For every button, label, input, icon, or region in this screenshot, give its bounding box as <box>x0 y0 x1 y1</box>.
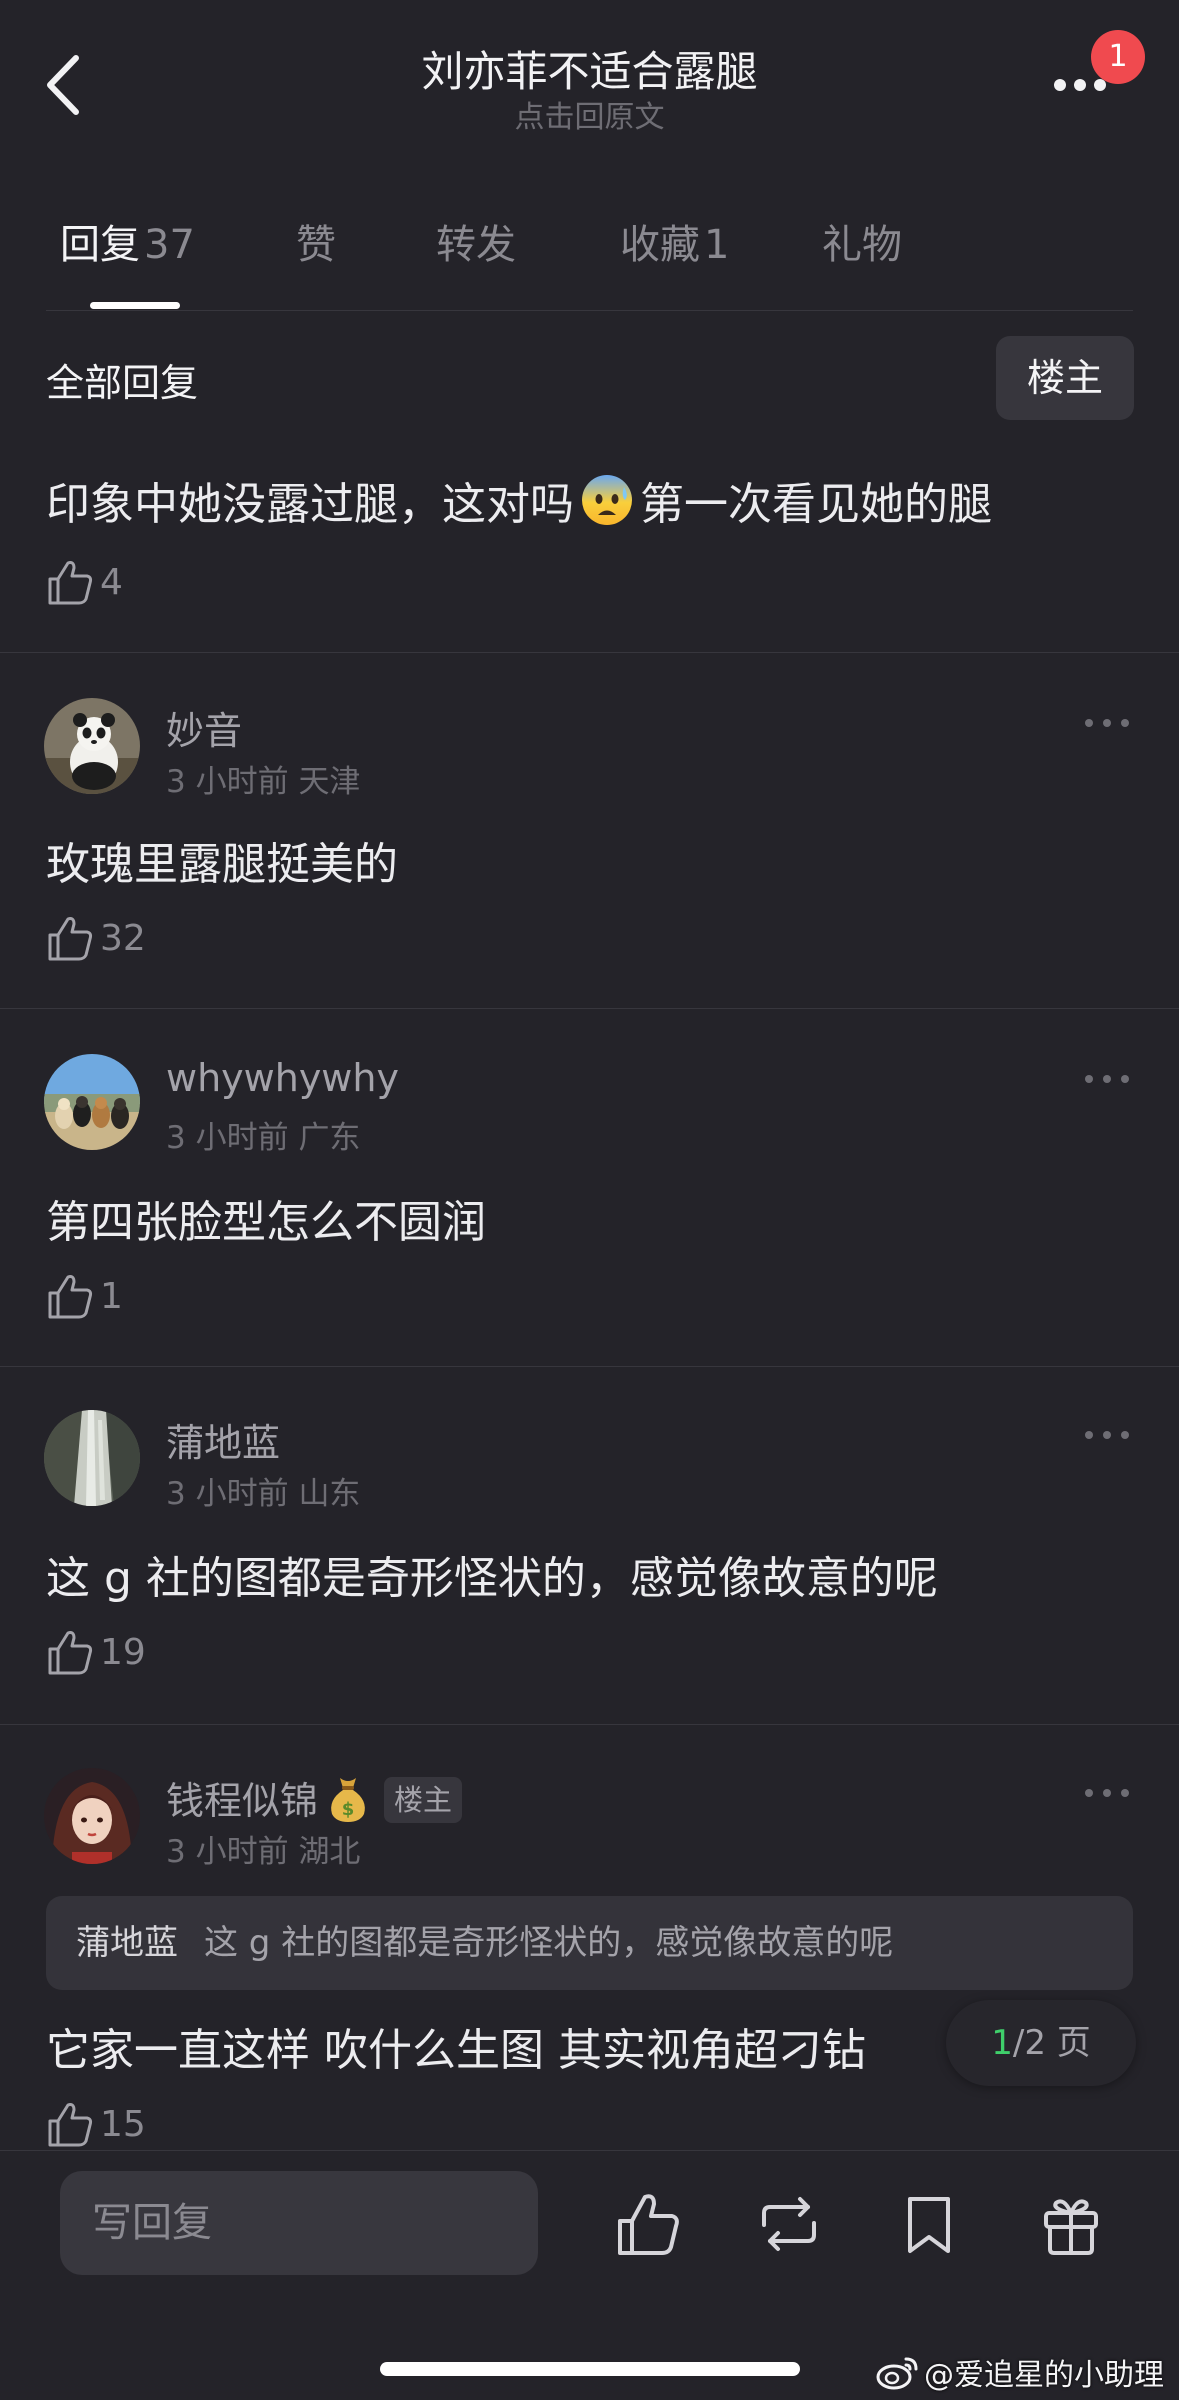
anime-girl-avatar[interactable] <box>44 1768 140 1864</box>
comment-location: 湖北 <box>298 1834 361 1870</box>
svg-text:$: $ <box>342 1799 355 1820</box>
like-button[interactable] <box>614 2189 684 2259</box>
tab-likes[interactable]: 赞 <box>296 212 336 270</box>
comment-more-button[interactable] <box>1082 1778 1132 1808</box>
repost-button[interactable] <box>754 2189 824 2259</box>
comment-more-button[interactable] <box>1082 708 1132 738</box>
comment-like-button[interactable]: 32 <box>46 908 146 968</box>
comment-text: 玫瑰里露腿挺美的 <box>46 839 398 890</box>
comment-time: 3 小时前 <box>166 1120 289 1156</box>
page-indicator[interactable]: 1/2 页 <box>946 2000 1136 2086</box>
thumbs-up-icon <box>48 1275 93 1319</box>
tab-favorites[interactable]: 收藏 1 <box>620 212 729 270</box>
page: 刘亦菲不适合露腿 点击回原文 1 回复 37 赞 转发 收藏 1 礼物 全部回复… <box>0 0 1179 2400</box>
comment-item: 妙音 3 小时前 天津 玫瑰里露腿挺美的 32 <box>0 652 1179 1008</box>
comment-meta: 3 小时前 湖北 <box>166 1826 360 1871</box>
comment-like-button[interactable]: 1 <box>46 1266 123 1326</box>
commenter-name[interactable]: whywhywhy <box>166 1056 399 1100</box>
commenter-name-row: 钱程似锦 $ 楼主 <box>166 1770 463 1831</box>
comment-more-button[interactable] <box>1082 1420 1132 1450</box>
comment-like-count: 1 <box>100 1275 123 1317</box>
tab-reposts[interactable]: 转发 <box>436 212 516 270</box>
comment-like-count: 32 <box>100 917 146 959</box>
quoted-reply-text: 这 g 社的图都是奇形怪状的，感觉像故意的呢 <box>204 1923 894 1963</box>
comment-text: 第四张脸型怎么不圆润 <box>46 1197 486 1248</box>
commenter-name[interactable]: 妙音 <box>166 700 242 755</box>
tab-replies-count: 37 <box>144 222 195 268</box>
like-icon <box>618 2194 679 2255</box>
back-to-original-link[interactable]: 点击回原文 <box>0 92 1179 136</box>
tab-likes-label: 赞 <box>296 222 336 268</box>
notification-badge: 1 <box>1091 30 1145 84</box>
comment-item: 蒲地蓝 3 小时前 山东 这 g 社的图都是奇形怪状的，感觉像故意的呢 19 <box>0 1366 1179 1724</box>
active-tab-indicator <box>90 302 180 309</box>
quoted-reply[interactable]: 蒲地蓝这 g 社的图都是奇形怪状的，感觉像故意的呢 <box>46 1896 1133 1990</box>
comment-location: 广东 <box>298 1120 361 1156</box>
tab-favorites-count: 1 <box>704 222 730 268</box>
repost-icon <box>762 2197 816 2251</box>
tab-divider <box>46 310 1133 311</box>
post-text-end: 第一次看见她的腿 <box>640 479 992 530</box>
comment-location: 山东 <box>298 1476 361 1512</box>
home-indicator[interactable] <box>380 2362 800 2376</box>
comment-time: 3 小时前 <box>166 1834 289 1870</box>
weibo-logo-icon <box>876 2357 918 2390</box>
watermark: @爱追星的小助理 <box>876 2350 1164 2394</box>
op-tag: 楼主 <box>384 1777 463 1823</box>
panda-avatar[interactable] <box>44 698 140 794</box>
thumbs-up-icon <box>48 2103 93 2147</box>
dogs-avatar[interactable] <box>44 1054 140 1150</box>
tab-favorites-label: 收藏 <box>620 222 700 268</box>
post-text-start: 印象中她没露过腿，这对吗 <box>46 479 574 530</box>
comment-meta: 3 小时前 山东 <box>166 1468 360 1513</box>
comment-more-button[interactable] <box>1082 1064 1132 1094</box>
total-pages: /2 页 <box>1012 2023 1091 2063</box>
tab-gifts-label: 礼物 <box>822 222 902 268</box>
comment-item: whywhywhy 3 小时前 广东 第四张脸型怎么不圆润 1 <box>0 1008 1179 1366</box>
fearful-face-emoji-icon <box>580 473 634 538</box>
comment-meta: 3 小时前 广东 <box>166 1112 360 1157</box>
comment-time: 3 小时前 <box>166 764 289 800</box>
comment-like-count: 19 <box>100 1631 146 1673</box>
money-bag-emoji-icon: $ <box>326 1774 370 1831</box>
thumbs-up-icon <box>48 561 93 605</box>
gift-icon <box>1044 2199 1098 2255</box>
comment-time: 3 小时前 <box>166 1476 289 1512</box>
tab-gifts[interactable]: 礼物 <box>822 212 902 270</box>
more-dots-icon <box>1085 1431 1129 1439</box>
comment-location: 天津 <box>298 764 361 800</box>
thumbs-up-icon <box>48 917 93 961</box>
watermark-text: @爱追星的小助理 <box>924 2358 1164 2393</box>
comment-like-button[interactable]: 15 <box>46 2094 146 2154</box>
post-like-count: 4 <box>100 561 123 603</box>
page-title: 刘亦菲不适合露腿 <box>421 47 758 96</box>
quoted-reply-author: 蒲地蓝 <box>76 1923 178 1963</box>
post-like-button[interactable]: 4 <box>46 552 123 612</box>
current-page: 1 <box>991 2023 1013 2063</box>
header: 刘亦菲不适合露腿 点击回原文 1 <box>0 0 1179 160</box>
commenter-name[interactable]: 钱程似锦 <box>166 1779 318 1823</box>
bookmark-button[interactable] <box>894 2189 964 2259</box>
gift-button[interactable] <box>1036 2189 1106 2259</box>
comment-text: 它家一直这样 吹什么生图 其实视角超刁钻 <box>46 2025 866 2076</box>
op-only-filter-button[interactable]: 楼主 <box>996 336 1134 420</box>
tab-replies-label: 回复 <box>60 222 140 268</box>
comment-text: 这 g 社的图都是奇形怪状的，感觉像故意的呢 <box>46 1553 938 1604</box>
bookmark-icon <box>908 2197 950 2253</box>
comment-like-button[interactable]: 19 <box>46 1622 146 1682</box>
more-dots-icon <box>1085 719 1129 727</box>
all-replies-label: 全部回复 <box>46 361 199 405</box>
comment-like-count: 15 <box>100 2103 146 2145</box>
comment-meta: 3 小时前 天津 <box>166 756 360 801</box>
tab-replies[interactable]: 回复 37 <box>60 212 195 270</box>
more-dots-icon <box>1085 1075 1129 1083</box>
more-dots-icon <box>1085 1789 1129 1797</box>
reply-input[interactable]: 写回复 <box>60 2171 538 2275</box>
post-text: 印象中她没露过腿，这对吗 第一次看见她的腿 <box>46 468 992 538</box>
commenter-name[interactable]: 蒲地蓝 <box>166 1412 280 1467</box>
waterfall-avatar[interactable] <box>44 1410 140 1506</box>
tab-reposts-label: 转发 <box>436 222 516 268</box>
thumbs-up-icon <box>48 1631 93 1675</box>
comment-item: 钱程似锦 $ 楼主 3 小时前 湖北 蒲地蓝这 g 社的图都是奇形怪状的，感觉像… <box>0 1724 1179 2150</box>
